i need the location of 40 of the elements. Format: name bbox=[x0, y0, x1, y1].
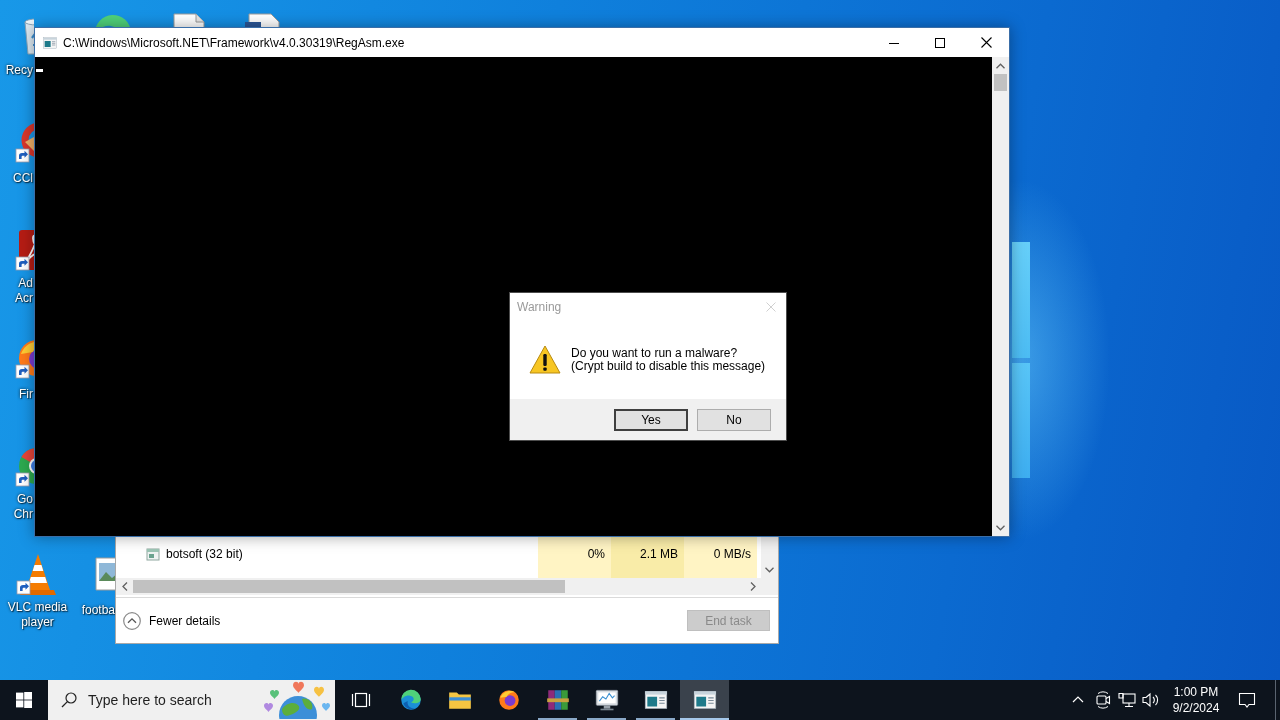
four-squares-icon bbox=[16, 692, 32, 708]
search-field[interactable]: Type here to search bbox=[48, 680, 335, 720]
window-title: C:\Windows\Microsoft.NET\Framework\v4.0.30319\RegAsm.exe bbox=[63, 35, 405, 50]
desktop-icon-label: Go Chr bbox=[13, 492, 33, 522]
process-name: botsoft (32 bit) bbox=[166, 547, 243, 561]
chevron-up-icon bbox=[996, 62, 1005, 69]
task-view-icon bbox=[350, 691, 371, 709]
app-window-icon bbox=[146, 547, 160, 561]
scrollbar-thumb[interactable] bbox=[133, 580, 565, 593]
close-icon bbox=[980, 37, 992, 48]
warning-icon bbox=[529, 344, 561, 376]
table-cell: 0 MB/s bbox=[684, 537, 757, 578]
scrollbar-thumb[interactable] bbox=[994, 74, 1007, 91]
taskbar-app-button[interactable] bbox=[680, 680, 729, 720]
app-window-icon bbox=[42, 34, 58, 51]
desktop-icon-label: CCl bbox=[13, 171, 33, 186]
dialog-message: Do you want to run a malware? (Crypt build to disable this message) bbox=[571, 347, 766, 373]
fewer-details-button[interactable]: Fewer details bbox=[123, 611, 221, 630]
book-stack-icon[interactable] bbox=[544, 687, 571, 713]
dialog-button[interactable]: No bbox=[697, 408, 771, 431]
clock-date: 9/2/2024 bbox=[1172, 700, 1220, 716]
chevron-up-circle-icon bbox=[123, 611, 141, 630]
desktop-icon-label: Recy bbox=[5, 63, 33, 78]
clock-time: 1:00 PM bbox=[1173, 684, 1219, 700]
chevron-down-icon bbox=[996, 524, 1005, 531]
monitor-chart-icon[interactable] bbox=[593, 687, 620, 713]
desktop-icon-label: footba bbox=[81, 603, 115, 618]
table-cell: 2.1 MB bbox=[611, 537, 684, 578]
chevron-right-icon bbox=[749, 582, 756, 591]
table-cell: 0% bbox=[538, 537, 611, 578]
desktop-icon-label: Ad Acr bbox=[15, 276, 33, 306]
dialog-button[interactable]: Yes bbox=[614, 408, 688, 431]
dialog-title: Warning bbox=[517, 300, 562, 314]
chevron-left-icon bbox=[121, 582, 128, 591]
desktop-icon-label: Fir bbox=[19, 387, 33, 402]
chevron-down-icon bbox=[765, 566, 774, 573]
clock[interactable]: 1:00 PM 9/2/2024 bbox=[1165, 680, 1227, 720]
maximize-icon bbox=[935, 37, 945, 48]
desktop-icon-label: VLC media player bbox=[7, 600, 68, 630]
search-icon bbox=[61, 692, 77, 708]
